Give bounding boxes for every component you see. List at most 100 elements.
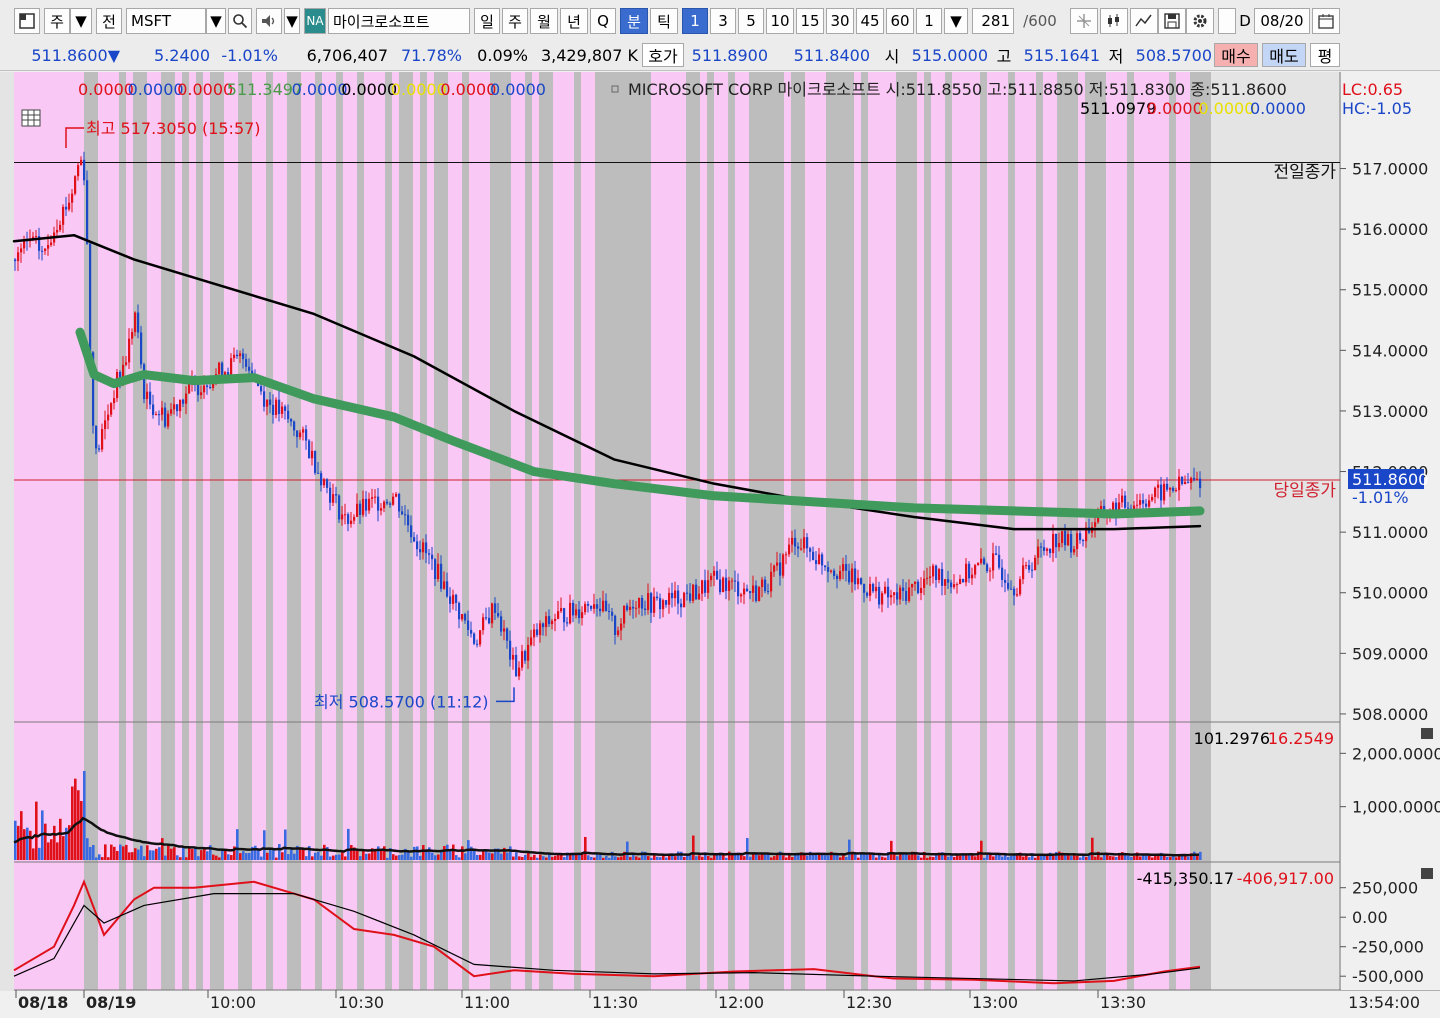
candle-body [569,602,572,624]
low-marker-label: 최저 508.5700 (11:12) [314,692,489,711]
volume-bar [491,853,494,860]
session-band [945,72,952,990]
date-checkbox[interactable] [1218,8,1236,34]
indicator-close-icon[interactable] [1421,868,1433,879]
volume-bar [383,846,386,860]
volume-bar [44,823,47,860]
average-button[interactable]: 평 [1310,43,1340,67]
volume-bar [248,852,251,860]
multiplier-dropdown-icon[interactable]: ▼ [944,8,968,34]
candle-body [107,414,110,421]
line-tool-icon[interactable] [1130,8,1158,34]
volume-bar [626,841,629,860]
header-value-6: 0.0000 [391,80,447,99]
volume-bar [551,856,554,860]
period-week-button[interactable]: 주 [502,8,528,34]
volume-bar [128,852,131,860]
buy-button[interactable]: 매수 [1214,43,1258,67]
candle-body [659,598,662,610]
header-value-5: 0.0000 [341,80,397,99]
volume-bar [266,852,269,860]
na-badge: NA [304,8,326,34]
session-band [560,72,567,990]
volume-bar [512,856,515,860]
candle-body [881,593,884,605]
session-band [959,72,966,990]
market-dropdown-icon[interactable]: ▼ [70,8,92,34]
candle-body [110,403,113,415]
speaker-icon[interactable] [256,8,282,34]
time-label-0: 08/18 [18,993,68,1012]
date-input[interactable]: 08/20 [1254,8,1310,34]
candle-body [704,580,707,593]
candle-body [353,516,356,521]
market-selector[interactable]: 주 [44,8,70,34]
volume-bar [95,857,98,860]
volume-bar [323,844,326,860]
volume-bar [23,829,26,860]
minute-3-button[interactable]: 3 [710,8,736,34]
minute-45-button[interactable]: 45 [856,8,884,34]
minute-15-button[interactable]: 15 [796,8,824,34]
symbol-input[interactable]: MSFT [126,8,206,34]
volume-bar [749,856,752,860]
period-quarter-button[interactable]: Q [590,8,616,34]
gear-icon[interactable] [1186,8,1214,34]
time-label-3: 10:30 [338,993,384,1012]
period-year-button[interactable]: 년 [560,8,588,34]
chart-area[interactable]: 0.00000.00000.0000511.34970.00000.00000.… [0,72,1440,1018]
save-icon[interactable] [1158,8,1186,34]
interval-tick-button[interactable]: 틱 [650,8,678,34]
candle-body [272,404,275,415]
minute-30-button[interactable]: 30 [826,8,854,34]
candle-body [1043,547,1046,551]
interval-minute-button[interactable]: 분 [620,8,648,34]
candle-body [584,603,587,613]
candle-icon[interactable] [1100,8,1128,34]
volume-bar [839,857,842,860]
sub-value-0: 511.0979 [1080,99,1156,118]
volume-bar [236,829,239,860]
candle-body [818,554,821,565]
search-icon[interactable] [228,8,252,34]
volume-bar [149,850,152,860]
session-band [1008,72,1015,990]
session-band [1022,72,1029,990]
window-icon[interactable] [14,8,40,34]
period-month-button[interactable]: 월 [530,8,558,34]
period-day-button[interactable]: 일 [474,8,500,34]
candle-body [68,202,71,210]
market-mode-button[interactable]: 전 [96,8,122,34]
sell-button[interactable]: 매도 [1262,43,1306,67]
count-input[interactable]: 281 [972,8,1014,34]
minute-10-button[interactable]: 10 [766,8,794,34]
speaker-dropdown-icon[interactable]: ▼ [284,8,300,34]
candle-body [248,366,251,371]
calendar-icon[interactable] [1312,8,1340,34]
multiplier-input[interactable]: 1 [916,8,942,34]
candle-body [485,617,488,619]
candle-body [629,606,632,611]
candle-body [647,593,650,610]
volume-bar [827,855,830,860]
minute-5-button[interactable]: 5 [738,8,764,34]
session-band [721,72,728,990]
volume-bar [275,857,278,860]
symbol-dropdown-icon[interactable]: ▼ [206,8,226,34]
candle-body [545,616,548,628]
volume-bar [992,856,995,860]
volume-bar [1070,856,1073,860]
volume-close-icon[interactable] [1421,728,1433,739]
minute-60-button[interactable]: 60 [886,8,914,34]
candle-body [617,630,620,635]
session-band [553,72,560,990]
crosshair-icon[interactable] [1070,8,1098,34]
candle-body [860,578,863,585]
candle-body [626,605,629,611]
candle-body [1004,579,1007,583]
candle-body [497,613,500,617]
candle-body [530,637,533,645]
table-view-icon[interactable] [21,109,41,127]
volume-bar [83,770,86,860]
minute-1-button[interactable]: 1 [682,8,708,34]
